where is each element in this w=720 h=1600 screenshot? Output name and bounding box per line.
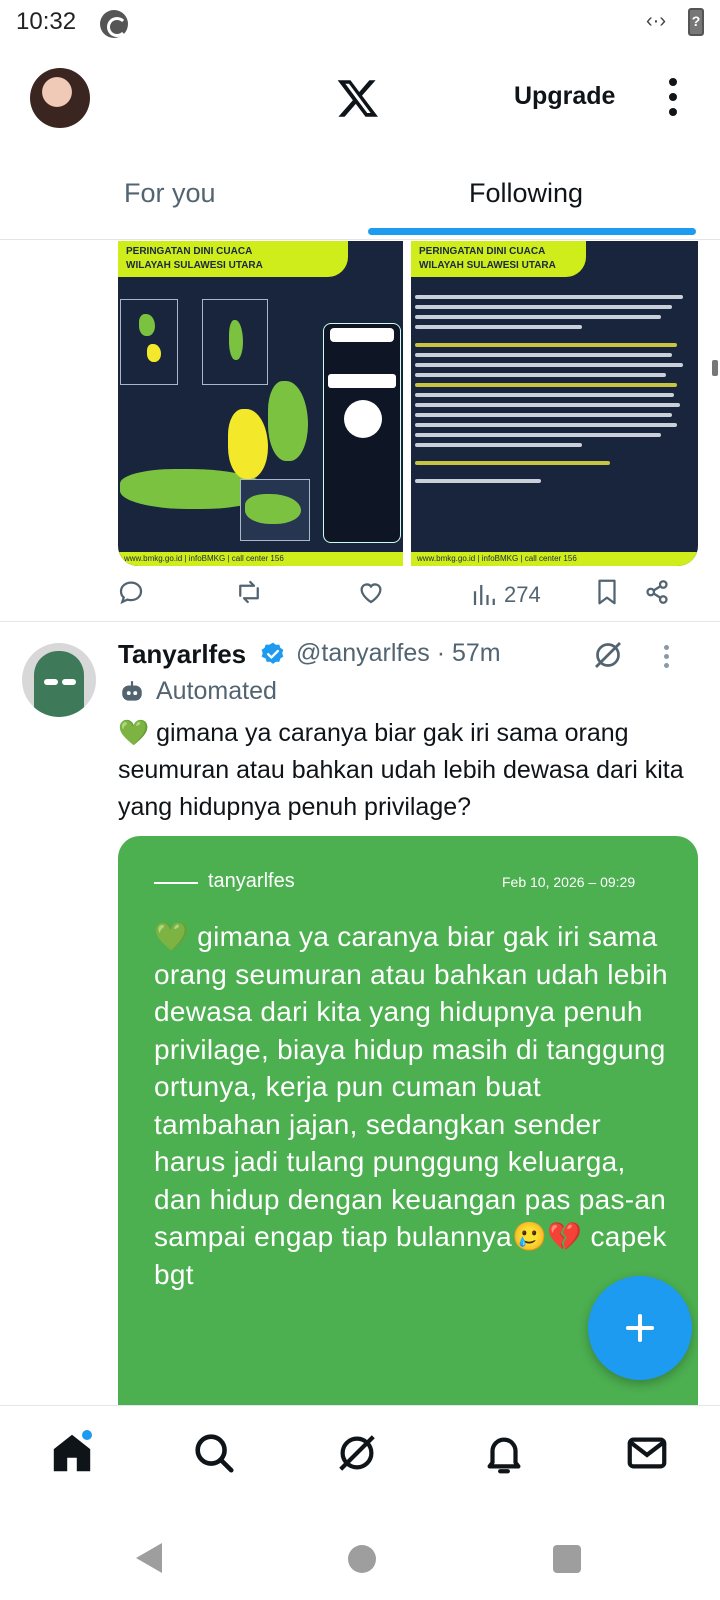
timeline-feed[interactable]: PERINGATAN DINI CUACA WILAYAH SULAWESI U… (0, 241, 720, 1405)
author-avatar[interactable] (22, 643, 96, 717)
status-bar: 10:32 ‹·› ? (0, 0, 720, 44)
image-footer: www.bmkg.go.id | infoBMKG | call center … (118, 552, 403, 566)
grok-icon[interactable] (590, 637, 626, 673)
bookmark-icon[interactable] (592, 577, 622, 613)
image-title: PERINGATAN DINI CUACA WILAYAH SULAWESI U… (118, 241, 348, 277)
code-icon: ‹·› (646, 10, 666, 32)
battery-icon: ? (688, 8, 704, 36)
image-text-block (411, 289, 698, 495)
warning-info-card (323, 323, 401, 543)
card-body: 💚 gimana ya caranya biar gak iri sama or… (154, 921, 668, 1290)
views-icon (473, 585, 495, 605)
tweet-image-map[interactable]: PERINGATAN DINI CUACA WILAYAH SULAWESI U… (118, 241, 403, 566)
tweet-actions: 274 (0, 571, 720, 623)
share-icon[interactable] (642, 577, 672, 613)
robot-icon (122, 680, 142, 701)
map-inset-talaud (202, 299, 268, 385)
map-inset-manado (240, 479, 310, 541)
tab-following[interactable]: Following (469, 178, 583, 209)
notification-dot (82, 1430, 92, 1440)
author-handle-time[interactable]: @tanyarlfes · 57m (296, 639, 501, 668)
bottom-nav (0, 1405, 720, 1515)
status-time: 10:32 (16, 8, 77, 35)
home-circle-icon[interactable] (348, 1545, 376, 1573)
mail-icon[interactable] (624, 1430, 670, 1476)
tweet-media-grid: PERINGATAN DINI CUACA WILAYAH SULAWESI U… (118, 241, 698, 566)
tab-selected-indicator (368, 228, 696, 235)
card-rule (154, 882, 198, 884)
timeline-tabs: For you Following (0, 160, 720, 240)
tweet-text: 💚 gimana ya caranya biar gak iri sama or… (118, 715, 698, 826)
grok-icon[interactable] (334, 1430, 380, 1476)
image-title: PERINGATAN DINI CUACA WILAYAH SULAWESI U… (411, 241, 586, 277)
automated-label: Automated (118, 677, 277, 706)
profile-avatar[interactable] (30, 68, 90, 128)
automated-text: Automated (156, 677, 277, 705)
upgrade-button[interactable]: Upgrade (514, 82, 615, 111)
tab-for-you[interactable]: For you (124, 178, 216, 209)
map-region (268, 381, 308, 461)
weather-cloud-icon (344, 400, 382, 438)
compose-button[interactable] (588, 1276, 692, 1380)
scrollbar[interactable] (712, 360, 718, 376)
system-nav-bar (0, 1515, 720, 1600)
top-bar: Upgrade (0, 60, 720, 140)
repost-icon[interactable] (234, 577, 264, 613)
recents-icon[interactable] (553, 1545, 581, 1573)
card-timestamp: Feb 10, 2026 – 09:29 (502, 874, 636, 890)
views-count: 274 (504, 582, 541, 607)
card-author: tanyarlfes (208, 870, 295, 892)
views-counter[interactable]: 274 (470, 577, 541, 613)
map-warning-area (228, 409, 268, 479)
tweet-image-text[interactable]: PERINGATAN DINI CUACA WILAYAH SULAWESI U… (411, 241, 698, 566)
reply-icon[interactable] (116, 577, 146, 613)
more-vertical-icon[interactable] (668, 78, 678, 118)
x-logo-icon[interactable] (336, 76, 380, 120)
tweet-divider (0, 621, 720, 622)
green-heart-emoji: 💚 (118, 719, 150, 747)
bell-icon[interactable] (481, 1430, 527, 1476)
image-footer: www.bmkg.go.id | infoBMKG | call center … (411, 552, 698, 566)
like-icon[interactable] (356, 577, 386, 613)
verified-badge-icon (261, 642, 284, 664)
map-inset-sangihe (120, 299, 178, 385)
tweet-more-icon[interactable] (664, 645, 672, 671)
back-icon[interactable] (136, 1543, 162, 1573)
sync-icon (100, 10, 128, 38)
author-name[interactable]: Tanyarlfes (118, 639, 246, 670)
search-icon[interactable] (191, 1430, 237, 1476)
tweet-text-body: gimana ya caranya biar gak iri sama oran… (118, 719, 684, 821)
